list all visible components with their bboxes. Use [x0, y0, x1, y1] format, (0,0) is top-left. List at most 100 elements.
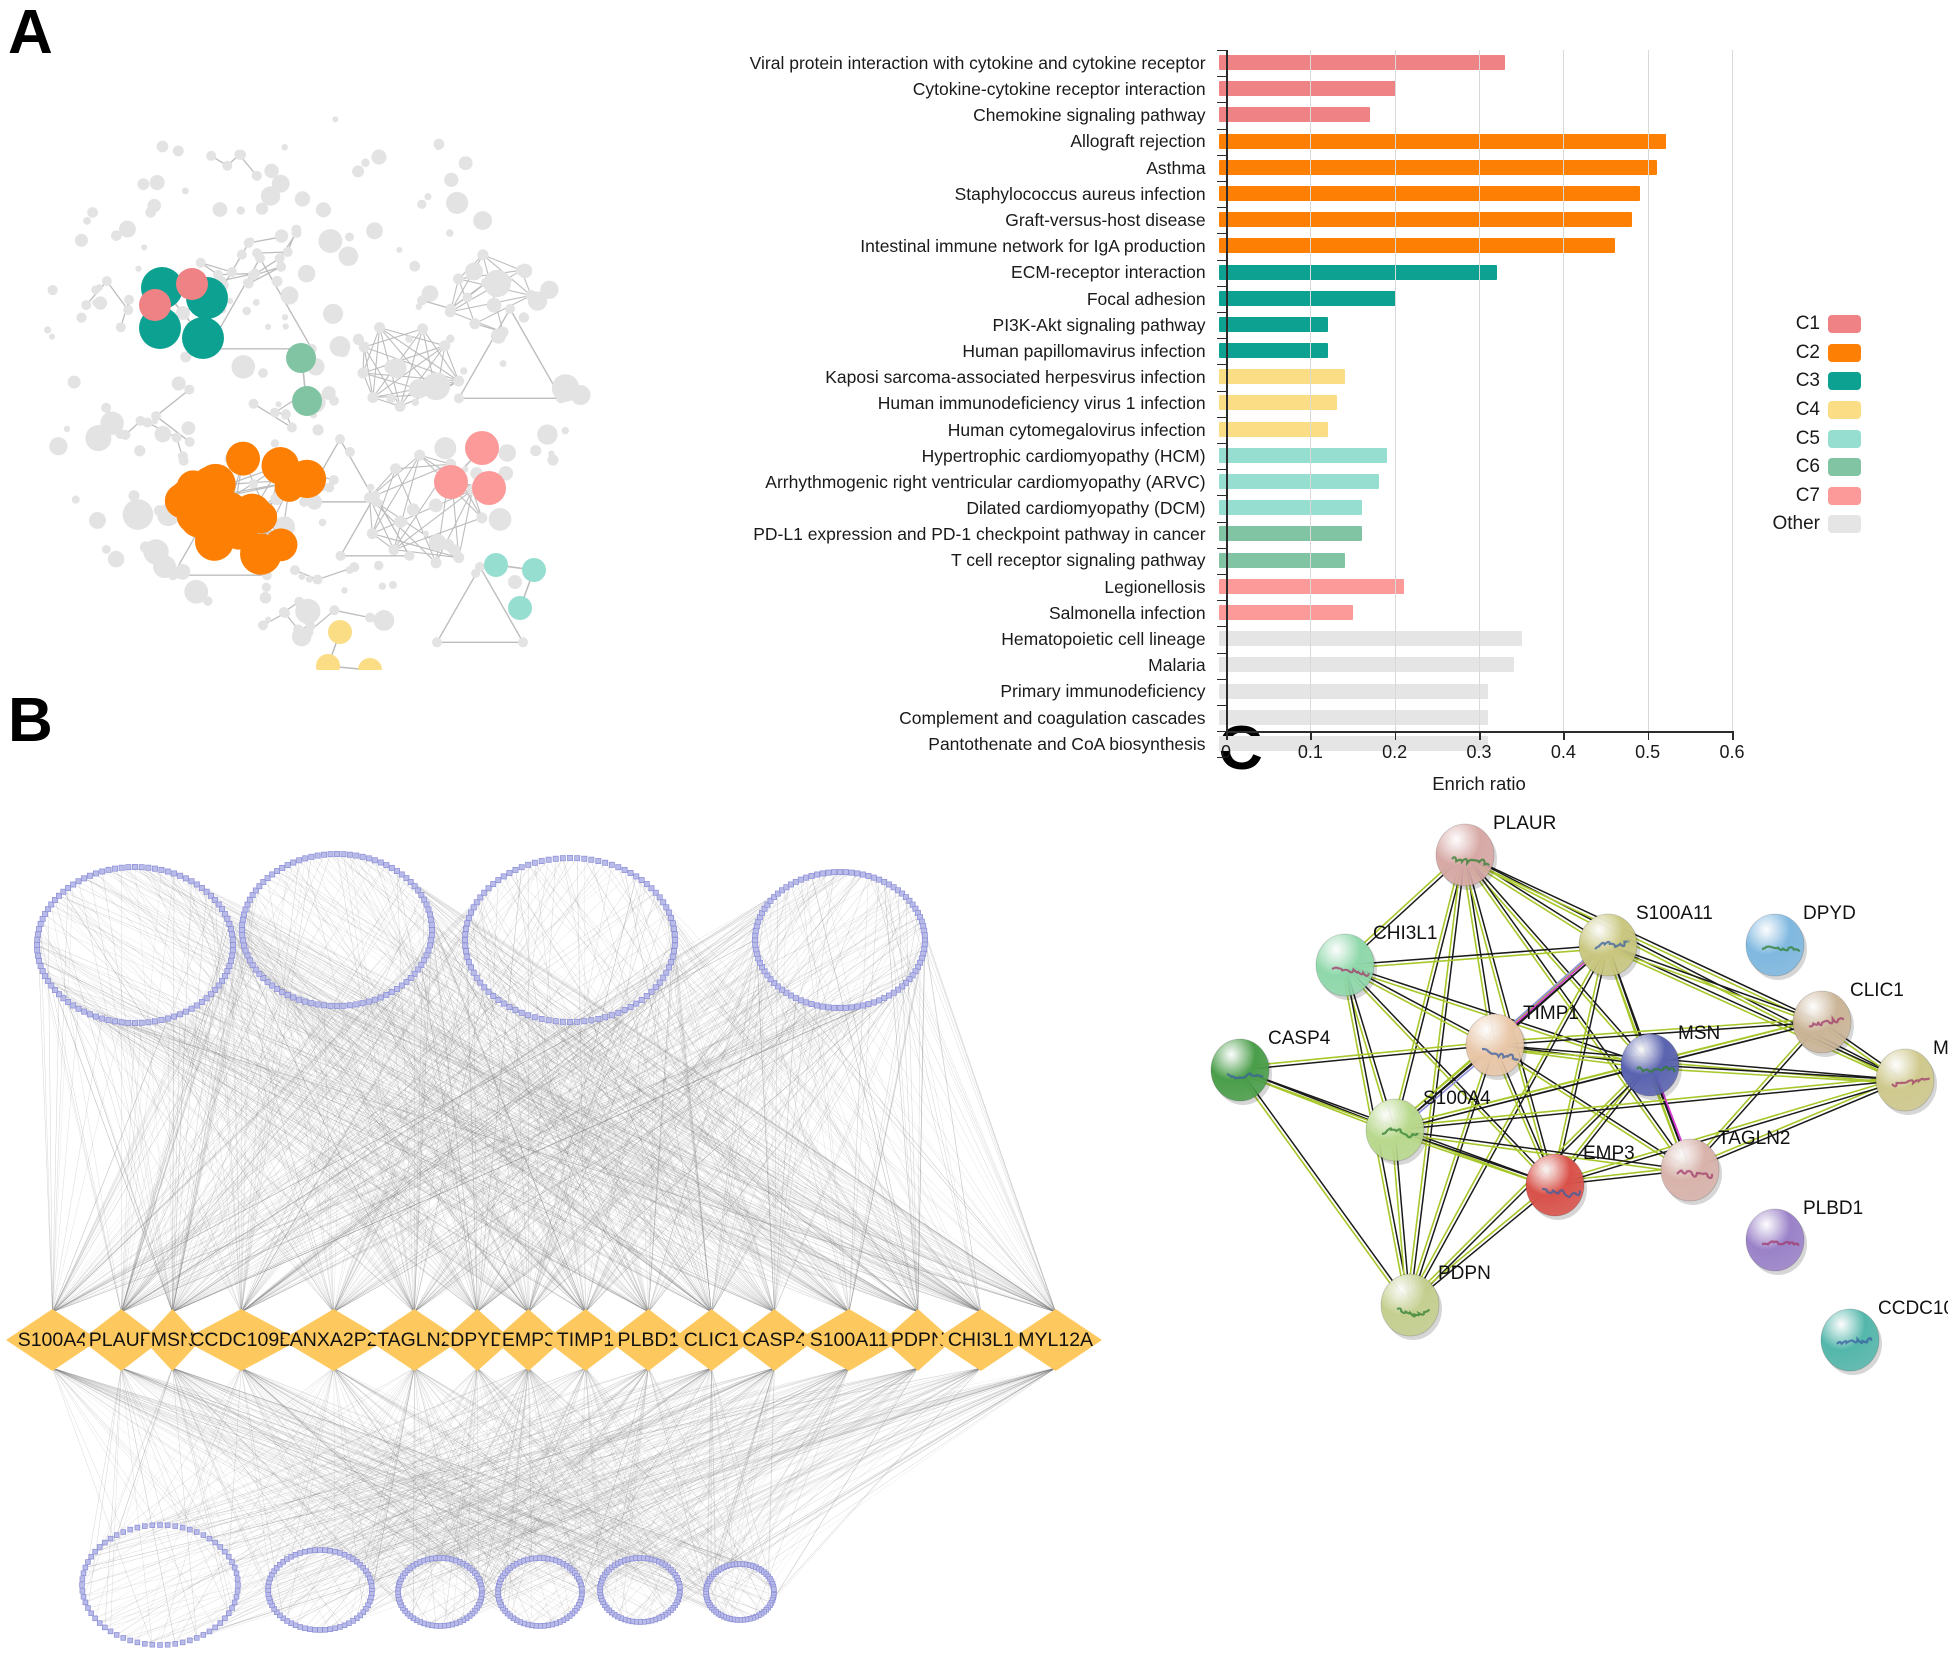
network-node: [184, 436, 195, 447]
network-node: [344, 232, 354, 242]
mirna-node: [297, 1624, 303, 1630]
bar: [1218, 683, 1489, 699]
network-node: [149, 175, 165, 191]
network-node: [264, 163, 279, 179]
network-node: [345, 447, 355, 457]
network-node: [335, 434, 345, 445]
bar-row: Staphylococcus aureus infection: [640, 181, 1718, 207]
mirna-node: [365, 855, 372, 862]
mirna-node: [621, 866, 628, 873]
mirna-node: [660, 974, 667, 981]
network-node: [184, 579, 209, 604]
network-node: [322, 303, 344, 324]
bar-row: Human papillomavirus infection: [640, 338, 1718, 364]
network-node: [349, 562, 360, 573]
bar-category-label: Human immunodeficiency virus 1 infection: [877, 393, 1206, 414]
mirna-node: [581, 855, 588, 862]
mirna-node: [814, 871, 821, 878]
mirna-node: [660, 899, 667, 906]
bar-row: Allograft rejection: [640, 129, 1718, 155]
bar: [1218, 421, 1329, 437]
mirna-node: [337, 1550, 343, 1556]
cluster-legend: C1 C2 C3 C4 C5 C6 C7 Other: [1764, 310, 1861, 539]
mirna-node: [107, 1535, 114, 1542]
bar: [1218, 474, 1379, 489]
network-node: [434, 437, 457, 460]
mirna-node: [465, 959, 472, 966]
mirna-node: [193, 881, 200, 888]
network-node: [328, 620, 352, 644]
network-node: [135, 415, 146, 426]
network-node: [71, 495, 80, 504]
bar-row: Arrhythmogenic right ventricular cardiom…: [640, 469, 1718, 495]
mirna-node: [235, 1582, 241, 1588]
mirna-node: [290, 994, 297, 1001]
mirna-node: [219, 906, 225, 913]
gene-node-label: TAGLN2: [377, 1329, 451, 1351]
bar-row: Primary immunodeficiency: [640, 679, 1718, 705]
network-node: [525, 289, 537, 301]
bar-category-label: Malaria: [1148, 655, 1206, 676]
mirna-node: [668, 914, 675, 921]
network-node: [367, 391, 379, 403]
bar-track: [1218, 233, 1718, 259]
mirna-node: [464, 953, 471, 960]
mirna-node: [244, 952, 251, 959]
mirna-node: [327, 851, 334, 858]
protein-node-label: S100A4: [1423, 1088, 1491, 1109]
network-node: [260, 186, 281, 206]
network-node: [305, 620, 316, 631]
bar: [1218, 395, 1337, 411]
bar-category-label: Arrhythmogenic right ventricular cardiom…: [765, 471, 1206, 492]
mirna-node: [127, 1526, 133, 1533]
bar: [1218, 159, 1658, 175]
network-edge: [482, 254, 522, 271]
bar: [1218, 343, 1329, 359]
mirna-node: [217, 1544, 224, 1550]
mirna-node: [353, 1001, 360, 1008]
network-node: [332, 116, 339, 123]
protein-node: [1465, 1013, 1525, 1077]
mirna-node: [157, 1522, 163, 1528]
x-axis-tick: [1647, 731, 1650, 740]
mirna-node: [608, 1012, 615, 1019]
bar-row: Malaria: [640, 652, 1718, 678]
network-node: [141, 244, 148, 251]
legend-label: C2: [1795, 341, 1820, 363]
network-node: [286, 343, 316, 373]
mirna-node: [149, 1522, 156, 1529]
mirna-node: [490, 881, 497, 887]
mirna-node: [579, 1585, 585, 1592]
mirna-node: [792, 995, 799, 1002]
mirna-node: [545, 856, 552, 863]
network-node: [476, 512, 488, 524]
network-node: [294, 191, 311, 207]
mirna-node: [142, 1641, 148, 1647]
mirna-node: [473, 974, 480, 981]
network-node: [417, 323, 429, 335]
mirna-node: [531, 859, 538, 866]
bar-track: [1218, 286, 1718, 312]
network-node: [231, 355, 256, 379]
network-node: [168, 570, 179, 581]
gene-node-label: CCDC109B: [190, 1329, 292, 1351]
network-node: [444, 172, 459, 188]
mirna-node: [638, 996, 645, 1003]
network-node: [184, 384, 195, 395]
mirna-node: [206, 1628, 213, 1635]
mirna-node: [93, 1013, 99, 1020]
network-node: [416, 295, 427, 306]
network-node: [115, 429, 126, 440]
network-node: [101, 276, 112, 287]
network-node: [181, 187, 189, 195]
cluster-network-graph: [10, 70, 630, 670]
mirna-node: [82, 1599, 89, 1606]
network-node: [358, 341, 370, 353]
mirna-node: [224, 915, 231, 922]
mirna-node: [80, 1570, 87, 1577]
panel-label-a: A: [8, 0, 53, 67]
network-node: [270, 439, 280, 448]
mirna-node: [595, 858, 602, 864]
mirna-node: [665, 964, 672, 971]
mirna-node: [663, 904, 670, 911]
